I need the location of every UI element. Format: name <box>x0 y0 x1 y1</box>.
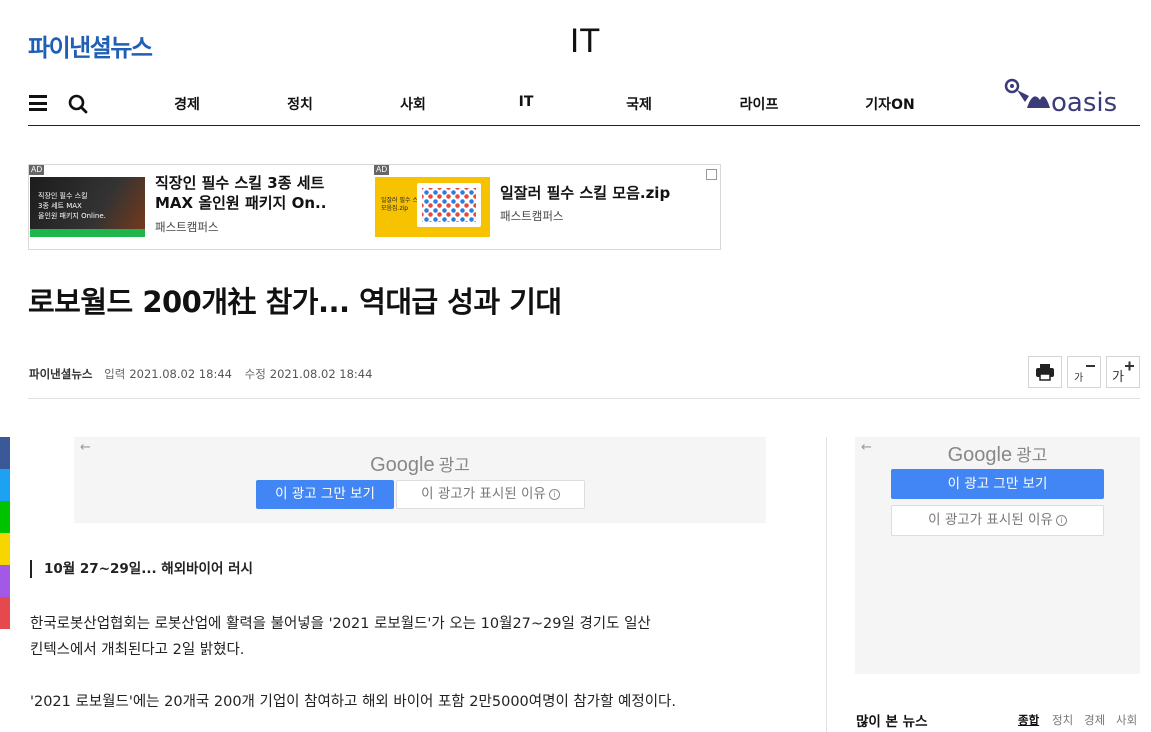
facebook-share-icon[interactable] <box>0 437 10 469</box>
nav-item-politics[interactable]: 정치 <box>287 94 313 114</box>
font-size-glyph: 가 <box>1112 370 1124 385</box>
article-paragraph: '2021 로보월드'에는 20개국 200개 기업이 참여하고 해외 바이어 … <box>30 694 676 710</box>
tab-all[interactable]: 종합 <box>1018 712 1039 728</box>
ad-thumbnail[interactable]: 직장인 필수 스킬 3종 세트 MAX 올인원 패키지 Online. <box>30 177 145 237</box>
twitter-share-icon[interactable] <box>0 469 10 501</box>
tab-society[interactable]: 사회 <box>1116 712 1137 728</box>
nav-item-society[interactable]: 사회 <box>400 94 426 114</box>
article-subheading: 10월 27~29일... 해외바이어 러시 <box>30 560 253 578</box>
nav-item-it[interactable]: IT <box>519 94 534 110</box>
ad-tag: AD <box>374 165 390 175</box>
social-share-bar <box>0 437 10 629</box>
nav-item-international[interactable]: 국제 <box>626 94 652 114</box>
tab-politics[interactable]: 정치 <box>1052 712 1073 728</box>
ad-tag: AD <box>29 165 45 175</box>
font-decrease-button[interactable]: 가 <box>1067 356 1101 388</box>
ad-title[interactable]: 일잘러 필수 스킬 모음.zip <box>500 183 670 203</box>
stop-ad-button[interactable]: 이 광고 그만 보기 <box>891 469 1104 499</box>
nav-item-life[interactable]: 라이프 <box>740 94 779 114</box>
meta-divider <box>28 398 1140 399</box>
print-button[interactable] <box>1028 356 1062 388</box>
why-ad-button[interactable]: 이 광고가 표시된 이유 i <box>396 480 585 509</box>
nav-item-economy[interactable]: 경제 <box>174 94 200 114</box>
column-divider <box>826 437 827 732</box>
google-ad-inline: ← Google 광고 이 광고 그만 보기 이 광고가 표시된 이유 i <box>74 437 766 523</box>
section-title: IT <box>569 22 601 60</box>
ad-banner[interactable]: AD 직장인 필수 스킬 3종 세트 MAX 올인원 패키지 Online. 직… <box>28 164 721 250</box>
info-icon: i <box>1055 514 1067 526</box>
font-size-glyph: 가 <box>1074 373 1084 384</box>
ad-title[interactable]: 직장인 필수 스킬 3종 세트 MAX 올인원 패키지 On.. <box>155 173 326 213</box>
google-ad-logo: Google 광고 <box>947 444 1048 466</box>
font-increase-button[interactable]: 가 <box>1106 356 1140 388</box>
article-source: 파이낸셜뉴스 <box>29 367 93 381</box>
popular-news-title: 많이 본 뉴스 <box>856 714 928 730</box>
article-paragraph: 킨텍스에서 개최된다고 2일 밝혔다. <box>30 642 245 658</box>
article-meta: 파이낸셜뉴스 입력 2021.08.02 18:44 수정 2021.08.02 1… <box>29 366 381 382</box>
oasis-logo[interactable]: oasis <box>1003 78 1143 118</box>
google-ad-logo: Google 광고 <box>370 454 470 476</box>
main-nav: 경제 정치 사회 IT 국제 라이프 기자ON oasis <box>28 78 1140 126</box>
nav-item-reporter-on[interactable]: 기자ON <box>865 94 914 114</box>
modified-date: 2021.08.02 18:44 <box>269 367 373 381</box>
plus-icon <box>1125 361 1134 371</box>
input-date: 2021.08.02 18:44 <box>129 367 232 381</box>
tab-economy[interactable]: 경제 <box>1084 712 1105 728</box>
why-ad-button[interactable]: 이 광고가 표시된 이유 i <box>891 505 1104 536</box>
print-icon <box>1036 364 1054 381</box>
info-icon: i <box>548 488 560 500</box>
line-share-icon[interactable] <box>0 501 10 533</box>
modified-label: 수정 <box>244 367 266 381</box>
ad-source: 패스트캠퍼스 <box>500 209 564 223</box>
menu-icon[interactable] <box>29 95 47 111</box>
more-share-icon[interactable] <box>0 597 10 629</box>
stop-ad-button[interactable]: 이 광고 그만 보기 <box>256 480 394 509</box>
ad-thumbnail-text: 직장인 필수 스킬 3종 세트 MAX 올인원 패키지 Online. <box>38 192 106 220</box>
article-headline: 로보월드 200개社 참가... 역대급 성과 기대 <box>28 285 562 319</box>
minus-icon <box>1086 365 1095 367</box>
site-logo[interactable]: 파이낸셜뉴스 <box>28 28 153 63</box>
kakaotalk-share-icon[interactable] <box>0 533 10 565</box>
search-icon[interactable] <box>67 93 89 115</box>
google-ad-sidebar: ← Google 광고 이 광고 그만 보기 이 광고가 표시된 이유 i <box>855 437 1140 674</box>
partner-logo-text: oasis <box>1051 88 1117 118</box>
kakaostory-share-icon[interactable] <box>0 565 10 597</box>
ad-thumbnail[interactable]: 일잘러 필수 스킬 모음집.zip <box>375 177 490 237</box>
ad-close-icon[interactable] <box>706 169 717 180</box>
input-label: 입력 <box>104 367 126 381</box>
ad-source: 패스트캠퍼스 <box>155 220 219 234</box>
article-paragraph: 한국로봇산업협회는 로봇산업에 활력을 불어넣을 '2021 로보월드'가 오는… <box>30 616 651 632</box>
